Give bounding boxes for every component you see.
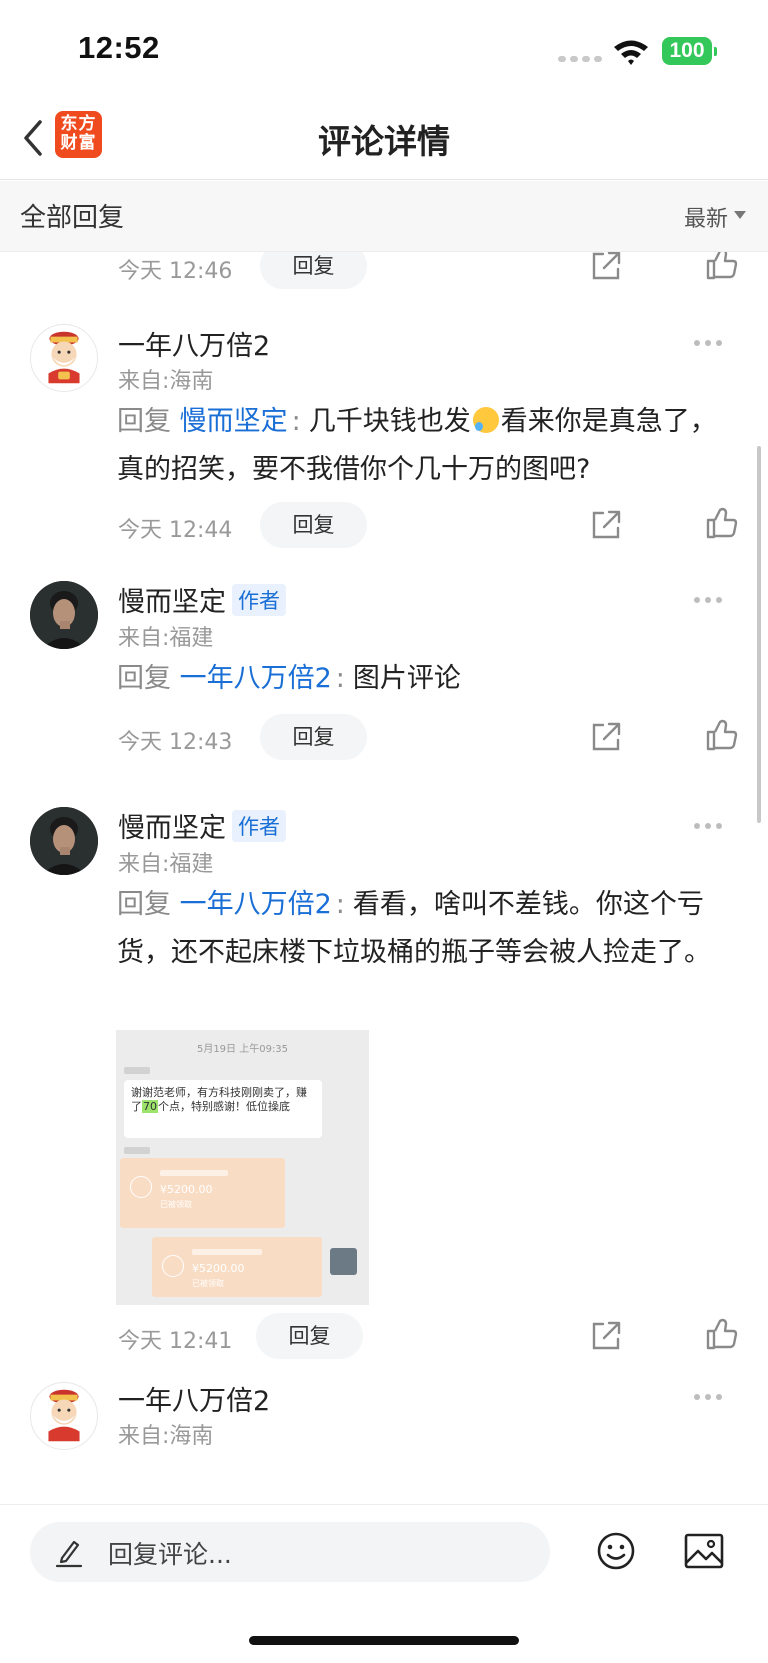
blurred-text — [192, 1249, 262, 1255]
transfer-icon — [162, 1255, 184, 1277]
reply-prefix: 回复 — [117, 406, 171, 437]
comment-location: 来自:福建 — [118, 626, 214, 651]
comment-image[interactable]: 5月19日 上午09:35 谢谢范老师，有方科技刚刚卖了，赚了70个点，特别感谢… — [116, 1030, 369, 1305]
comment-item: 慢而坚定 作者 来自:福建 回复 一年八万倍2: 看看，啥叫不差钱。你这个亏货，还不… — [0, 803, 768, 1363]
image-msg-b: 个点，特别感谢！低位操底 — [158, 1100, 290, 1113]
comment-item: 今天 12:46 回复 — [0, 252, 768, 312]
comment-author[interactable]: 一年八万倍2 — [118, 324, 270, 363]
clock: 12:52 — [78, 30, 160, 65]
reply-colon: : — [335, 889, 345, 920]
section-title: 全部回复 — [20, 203, 125, 233]
image-transfer-card: ¥5200.00 已被领取 — [152, 1237, 322, 1297]
image-chat-date: 5月19日 上午09:35 — [196, 1044, 289, 1055]
reply-to-user[interactable]: 一年八万倍2 — [180, 663, 332, 694]
cellular-signal-icon — [558, 56, 602, 62]
crying-emoji-icon — [472, 407, 499, 433]
author-name[interactable]: 慢而坚定 — [118, 587, 226, 618]
comment-time: 今天 12:44 — [118, 518, 233, 543]
blurred-sender — [124, 1067, 150, 1074]
transfer-amount: ¥5200.00 — [192, 1262, 245, 1275]
share-icon[interactable] — [589, 252, 623, 283]
comment-location: 来自:海南 — [118, 369, 214, 394]
reply-button[interactable]: 回复 — [260, 252, 367, 289]
comment-list[interactable]: 今天 12:46 回复 一年八万倍2 来自:海南 回复 慢而坚定: 几千块钱也发看… — [0, 252, 768, 1504]
pencil-icon — [55, 1540, 83, 1568]
reply-bar: 回复评论... — [0, 1504, 768, 1663]
avatar[interactable] — [30, 1382, 98, 1450]
reply-button[interactable]: 回复 — [260, 714, 367, 760]
section-header: 全部回复 最新 — [0, 181, 768, 252]
more-icon[interactable] — [694, 597, 722, 603]
image-chat-bubble: 谢谢范老师，有方科技刚刚卖了，赚了70个点，特别感谢！低位操底 — [124, 1080, 322, 1138]
image-transfer-card: ¥5200.00 已被领取 — [120, 1158, 285, 1228]
comment-time: 今天 12:41 — [118, 1329, 233, 1354]
image-msg-highlight: 70 — [142, 1100, 158, 1113]
battery-icon: 100 — [662, 37, 717, 65]
thumbs-up-icon[interactable] — [704, 1317, 738, 1351]
more-icon[interactable] — [694, 1394, 722, 1400]
reply-to-user[interactable]: 一年八万倍2 — [180, 889, 332, 920]
reply-prefix: 回复 — [117, 663, 171, 694]
transfer-status: 已被领取 — [160, 1200, 192, 1209]
comment-body: 图片评论 — [352, 663, 461, 694]
wifi-icon — [614, 40, 648, 65]
comment-location: 来自:海南 — [118, 1424, 214, 1449]
emoji-icon[interactable] — [596, 1531, 636, 1571]
comment-text: 回复 一年八万倍2: 看看，啥叫不差钱。你这个亏货，还不起床楼下垃圾桶的瓶子等会被… — [117, 881, 737, 977]
comment-item: 一年八万倍2 来自:海南 回复 慢而坚定: 几千块钱也发 看来你是真急了，真的招笑，… — [0, 320, 768, 550]
share-icon[interactable] — [589, 508, 623, 542]
reply-button[interactable]: 回复 — [256, 1313, 363, 1359]
comment-actions: 今天 12:43 回复 — [0, 714, 768, 762]
more-icon[interactable] — [694, 823, 722, 829]
comment-body-a: 几千块钱也发 — [308, 406, 471, 437]
avatar[interactable] — [30, 324, 98, 392]
avatar[interactable] — [30, 581, 98, 649]
comment-author[interactable]: 慢而坚定 作者 — [118, 806, 286, 845]
comment-time: 今天 12:46 — [118, 259, 233, 284]
comment-actions: 今天 12:41 回复 — [0, 1313, 768, 1361]
reply-to-user[interactable]: 慢而坚定 — [180, 406, 288, 437]
page-title: 评论详情 — [318, 122, 450, 161]
status-bar: 12:52 100 — [0, 0, 768, 100]
comment-actions: 今天 12:46 回复 — [0, 252, 768, 291]
thumbs-up-icon[interactable] — [704, 252, 738, 281]
comment-text: 回复 一年八万倍2: 图片评论 — [117, 655, 737, 703]
reply-colon: : — [335, 663, 345, 694]
author-badge: 作者 — [232, 584, 286, 616]
avatar[interactable] — [30, 807, 98, 875]
reply-colon: : — [291, 406, 301, 437]
image-chat-avatar — [330, 1248, 357, 1275]
caret-down-icon[interactable] — [734, 211, 746, 219]
reply-placeholder: 回复评论... — [108, 1540, 232, 1569]
share-icon[interactable] — [589, 720, 623, 754]
comment-time: 今天 12:43 — [118, 730, 233, 755]
scrollbar[interactable] — [757, 446, 761, 823]
thumbs-up-icon[interactable] — [704, 506, 738, 540]
more-icon[interactable] — [694, 340, 722, 346]
reply-prefix: 回复 — [117, 889, 171, 920]
comment-item: 一年八万倍2 来自:海南 — [0, 1378, 768, 1504]
share-icon[interactable] — [589, 1319, 623, 1353]
comment-author[interactable]: 慢而坚定 作者 — [118, 580, 286, 619]
comment-actions: 今天 12:44 回复 — [0, 502, 768, 550]
image-icon[interactable] — [683, 1532, 725, 1570]
reply-input[interactable]: 回复评论... — [30, 1522, 550, 1582]
author-name[interactable]: 慢而坚定 — [118, 813, 226, 844]
blurred-text — [160, 1170, 228, 1176]
comment-text: 回复 慢而坚定: 几千块钱也发 看来你是真急了，真的招笑，要不我借你个几十万的图吧? — [117, 398, 737, 494]
comment-item: 慢而坚定 作者 来自:福建 回复 一年八万倍2: 图片评论 今天 12:43 回复 — [0, 577, 768, 767]
transfer-amount: ¥5200.00 — [160, 1183, 213, 1196]
reply-button[interactable]: 回复 — [260, 502, 367, 548]
sort-selector[interactable]: 最新 — [684, 201, 728, 233]
comment-author[interactable]: 一年八万倍2 — [118, 1379, 270, 1418]
transfer-status: 已被领取 — [192, 1279, 224, 1288]
blurred-sender — [124, 1147, 150, 1154]
author-badge: 作者 — [232, 810, 286, 842]
nav-bar: 东方 财富 评论详情 — [0, 100, 768, 180]
home-indicator — [249, 1636, 519, 1645]
transfer-icon — [130, 1176, 152, 1198]
comment-location: 来自:福建 — [118, 852, 214, 877]
thumbs-up-icon[interactable] — [704, 718, 738, 752]
